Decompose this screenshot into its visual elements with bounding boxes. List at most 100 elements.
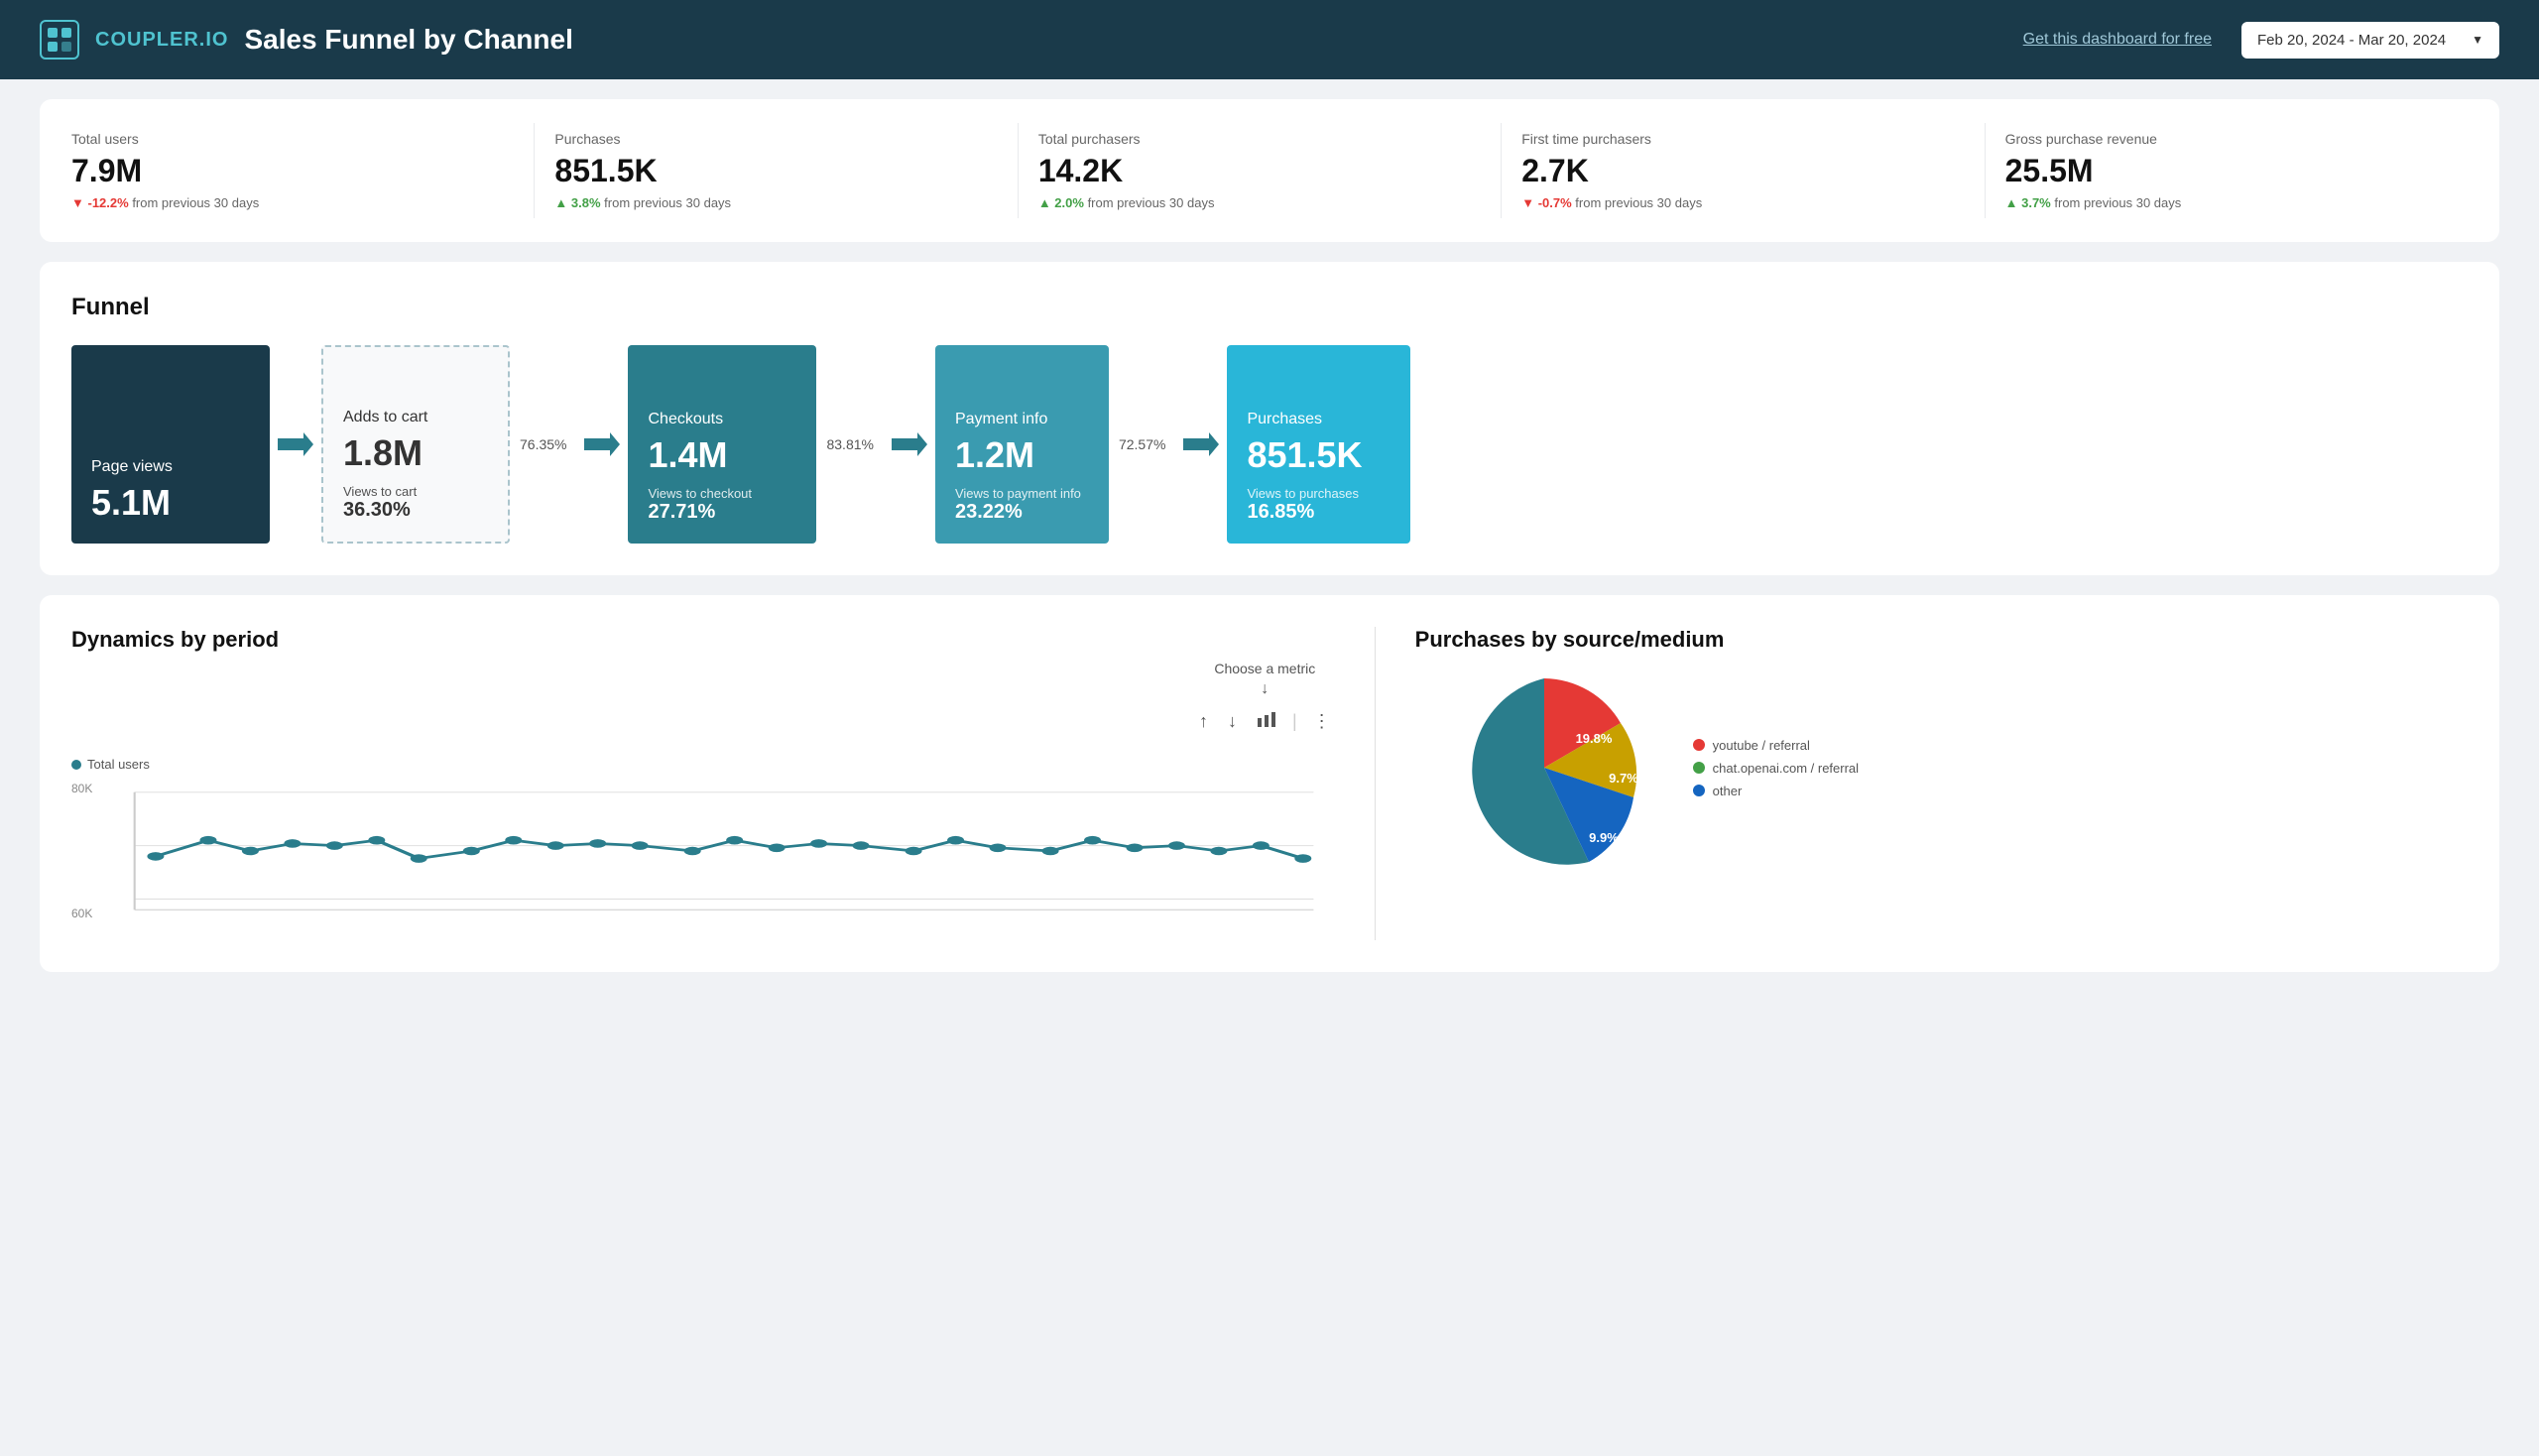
funnel-title: Funnel — [71, 294, 2468, 321]
funnel-step-2: Checkouts 1.4M Views to checkout 27.71% — [628, 345, 816, 544]
kpi-change-1: 3.8% from previous 30 days — [554, 195, 997, 210]
dropdown-arrow-icon: ▼ — [2472, 33, 2483, 47]
step-label-0: Page views — [91, 458, 250, 476]
kpi-value-0: 7.9M — [71, 153, 514, 189]
chart-area: 80K 60K — [71, 782, 1335, 940]
kpi-value-3: 2.7K — [1521, 153, 1964, 189]
svg-text:19.8%: 19.8% — [1575, 731, 1612, 746]
main-content: Total users 7.9M -12.2% from previous 30… — [0, 79, 2539, 992]
kpi-change-4: 3.7% from previous 30 days — [2005, 195, 2448, 210]
metric-up-button[interactable]: ↑ — [1195, 707, 1212, 736]
coupler-logo — [40, 20, 79, 60]
dynamics-title: Dynamics by period — [71, 627, 1335, 653]
funnel-between-pct: 72.57% — [1109, 436, 1175, 452]
funnel-step-4: Purchases 851.5K Views to purchases 16.8… — [1227, 345, 1410, 544]
kpi-card-4: Gross purchase revenue 25.5M 3.7% from p… — [1986, 123, 2468, 218]
metric-chooser: Choose a metric ↓ ↑ ↓ | ⋮ — [1195, 661, 1335, 737]
purchases-title: Purchases by source/medium — [1415, 627, 2468, 653]
step-sub-label-1: Views to cart — [343, 484, 488, 499]
funnel-section: Funnel Page views 5.1M Adds to cart 1.8M… — [40, 262, 2499, 575]
kpi-change-text-1: from previous 30 days — [604, 195, 731, 210]
kpi-card-0: Total users 7.9M -12.2% from previous 30… — [71, 123, 535, 218]
svg-text:9.9%: 9.9% — [1589, 830, 1619, 845]
kpi-change-pct-0: -12.2% — [71, 195, 129, 210]
kpi-label-1: Purchases — [554, 131, 997, 147]
step-label-3: Payment info — [955, 411, 1089, 428]
metric-chart-button[interactable] — [1253, 706, 1280, 737]
step-label-4: Purchases — [1247, 411, 1390, 428]
choose-metric-label: Choose a metric — [1214, 661, 1315, 676]
chart-legend: Total users — [71, 757, 1335, 772]
funnel-between-pct: 83.81% — [816, 436, 883, 452]
section-divider — [1375, 627, 1376, 940]
funnel-between-pct: 76.35% — [510, 436, 576, 452]
kpi-card-container: Total users 7.9M -12.2% from previous 30… — [40, 99, 2499, 242]
kpi-change-pct-1: 3.8% — [554, 195, 600, 210]
kpi-card-3: First time purchasers 2.7K -0.7% from pr… — [1502, 123, 1985, 218]
kpi-change-text-0: from previous 30 days — [132, 195, 259, 210]
bottom-section: Dynamics by period Choose a metric ↓ ↑ ↓… — [40, 595, 2499, 972]
step-value-3: 1.2M — [955, 434, 1089, 476]
dynamics-section: Dynamics by period Choose a metric ↓ ↑ ↓… — [71, 627, 1335, 940]
kpi-change-2: 2.0% from previous 30 days — [1038, 195, 1481, 210]
get-dashboard-link[interactable]: Get this dashboard for free — [2023, 31, 2212, 49]
step-value-2: 1.4M — [648, 434, 796, 476]
kpi-change-text-2: from previous 30 days — [1088, 195, 1215, 210]
header-right: Get this dashboard for free Feb 20, 2024… — [2023, 22, 2499, 59]
kpi-value-2: 14.2K — [1038, 153, 1481, 189]
header-left: COUPLER.IO Sales Funnel by Channel — [40, 20, 573, 60]
date-range-selector[interactable]: Feb 20, 2024 - Mar 20, 2024 ▼ — [2241, 22, 2499, 59]
kpi-value-4: 25.5M — [2005, 153, 2448, 189]
date-range-value: Feb 20, 2024 - Mar 20, 2024 — [2257, 32, 2446, 49]
kpi-label-2: Total purchasers — [1038, 131, 1481, 147]
metric-arrow-icon: ↓ — [1261, 680, 1269, 698]
kpi-label-3: First time purchasers — [1521, 131, 1964, 147]
step-value-1: 1.8M — [343, 432, 488, 474]
legend-label-youtube: youtube / referral — [1713, 738, 1810, 753]
chart-y-top: 80K — [71, 782, 92, 795]
legend-label: Total users — [87, 757, 150, 772]
funnel-arrow-icon — [270, 430, 321, 458]
step-sub-value-2: 27.71% — [648, 501, 796, 524]
kpi-card-2: Total purchasers 14.2K 2.0% from previou… — [1019, 123, 1502, 218]
legend-dot-openai — [1693, 762, 1705, 774]
step-value-0: 5.1M — [91, 482, 250, 524]
funnel-step-1: Adds to cart 1.8M Views to cart 36.30% — [321, 345, 510, 544]
metric-separator: | — [1292, 711, 1297, 732]
kpi-card-1: Purchases 851.5K 3.8% from previous 30 d… — [535, 123, 1018, 218]
funnel-step-3: Payment info 1.2M Views to payment info … — [935, 345, 1109, 544]
pie-legend: youtube / referral chat.openai.com / ref… — [1693, 738, 1859, 798]
funnel-arrow-icon — [884, 430, 935, 458]
kpi-change-text-4: from previous 30 days — [2054, 195, 2181, 210]
legend-dot-youtube — [1693, 739, 1705, 751]
chart-y-bottom: 60K — [71, 907, 92, 920]
funnel-arrow-icon — [1175, 430, 1227, 458]
metric-down-button[interactable]: ↓ — [1224, 707, 1241, 736]
legend-item-youtube: youtube / referral — [1693, 738, 1859, 753]
metric-controls: ↑ ↓ | ⋮ — [1195, 706, 1335, 737]
step-value-4: 851.5K — [1247, 434, 1390, 476]
funnel-steps: Page views 5.1M Adds to cart 1.8M Views … — [71, 345, 2468, 544]
step-sub-value-1: 36.30% — [343, 499, 488, 522]
step-sub-value-3: 23.22% — [955, 501, 1089, 524]
purchases-section: Purchases by source/medium 19.8% 9.7% 9.… — [1415, 627, 2468, 940]
legend-item-openai: chat.openai.com / referral — [1693, 761, 1859, 776]
metric-more-button[interactable]: ⋮ — [1309, 707, 1335, 736]
kpi-label-0: Total users — [71, 131, 514, 147]
kpi-change-pct-4: 3.7% — [2005, 195, 2051, 210]
kpi-change-pct-2: 2.0% — [1038, 195, 1084, 210]
page-title: Sales Funnel by Channel — [244, 24, 572, 56]
line-chart — [71, 782, 1335, 920]
step-sub-label-4: Views to purchases — [1247, 486, 1390, 501]
kpi-change-text-3: from previous 30 days — [1575, 195, 1702, 210]
kpi-change-0: -12.2% from previous 30 days — [71, 195, 514, 210]
svg-text:9.7%: 9.7% — [1609, 771, 1638, 786]
funnel-arrow-icon — [576, 430, 628, 458]
kpi-change-3: -0.7% from previous 30 days — [1521, 195, 1964, 210]
step-sub-label-3: Views to payment info — [955, 486, 1089, 501]
kpi-change-pct-3: -0.7% — [1521, 195, 1571, 210]
pie-chart: 19.8% 9.7% 9.9% — [1415, 668, 1673, 867]
legend-dot-icon — [71, 760, 81, 770]
legend-label-other: other — [1713, 784, 1743, 798]
step-sub-label-2: Views to checkout — [648, 486, 796, 501]
